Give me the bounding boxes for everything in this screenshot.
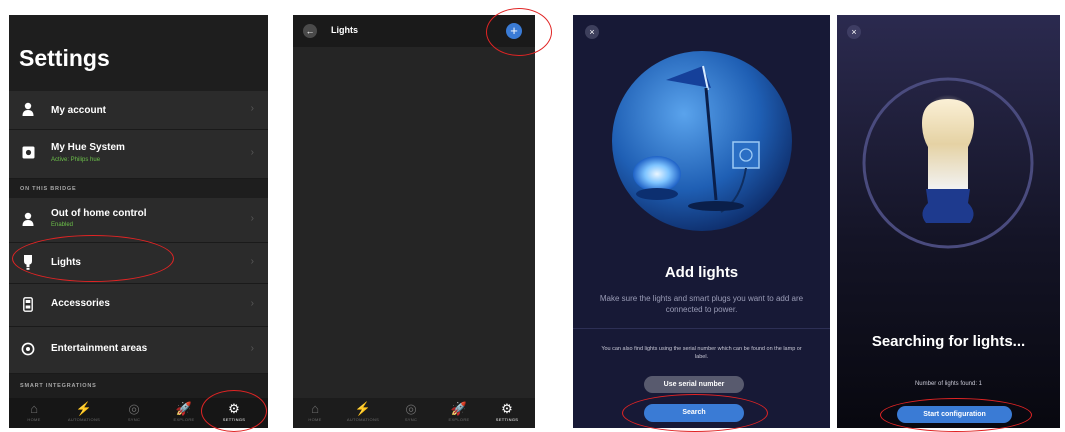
chevron-right-icon: › bbox=[250, 343, 254, 354]
back-button[interactable]: ← bbox=[303, 24, 317, 38]
nav-label: EXPLORE bbox=[448, 417, 470, 422]
settings-item-accessories[interactable]: Accessories › bbox=[9, 284, 268, 327]
chevron-right-icon: › bbox=[250, 213, 254, 224]
nav-label: SYNC bbox=[127, 417, 141, 422]
instruction-text: Make sure the lights and smart plugs you… bbox=[599, 294, 804, 314]
entertainment-icon bbox=[20, 342, 36, 359]
highlight-lights-item bbox=[12, 235, 174, 282]
bottom-nav: ⌂ HOME ⚡ AUTOMATIONS ◎ SYNC 🚀 EXPLORE ⚙ … bbox=[293, 398, 535, 428]
switch-icon bbox=[20, 297, 36, 315]
nav-sync[interactable]: ◎ SYNC bbox=[114, 401, 154, 422]
settings-item-label: Entertainment areas bbox=[51, 343, 148, 354]
home-icon: ⌂ bbox=[30, 401, 38, 416]
settings-item-out-of-home-control[interactable]: Out of home control Enabled › bbox=[9, 198, 268, 243]
settings-item-label: My account bbox=[51, 105, 107, 116]
searching-illustration bbox=[862, 77, 1034, 249]
searching-screen: × Searching for lights... Number of ligh… bbox=[837, 15, 1060, 428]
serial-hint-text: You can also find lights using the seria… bbox=[601, 346, 802, 360]
chevron-right-icon: › bbox=[250, 103, 254, 114]
chevron-right-icon: › bbox=[250, 256, 254, 267]
nav-label: SETTINGS bbox=[495, 417, 519, 422]
close-button[interactable]: × bbox=[585, 25, 599, 39]
divider bbox=[573, 328, 830, 329]
person-icon bbox=[20, 102, 36, 119]
page-title: Searching for lights... bbox=[871, 333, 1026, 350]
lamp-illustration bbox=[612, 51, 792, 231]
settings-icon: ⚙ bbox=[501, 401, 513, 416]
settings-item-label: Accessories bbox=[51, 298, 110, 309]
sync-icon: ◎ bbox=[128, 401, 140, 416]
settings-item-label: My Hue System bbox=[51, 142, 125, 153]
settings-item-status: Enabled bbox=[51, 222, 74, 228]
settings-item-my-hue-system[interactable]: My Hue System Active: Philips hue › bbox=[9, 130, 268, 179]
settings-item-status: Active: Philips hue bbox=[51, 157, 101, 163]
section-header-on-this-bridge: ON THIS BRIDGE bbox=[20, 186, 77, 192]
nav-label: AUTOMATIONS bbox=[346, 417, 380, 422]
nav-label: HOME bbox=[27, 417, 41, 422]
add-lights-screen: × Add lights Make sure the lights and sm… bbox=[573, 15, 830, 428]
bridge-icon bbox=[20, 146, 36, 162]
page-title: Lights bbox=[331, 25, 358, 35]
nav-home[interactable]: ⌂ HOME bbox=[14, 401, 54, 422]
nav-label: AUTOMATIONS bbox=[67, 417, 101, 422]
nav-sync[interactable]: ◎ SYNC bbox=[391, 401, 431, 422]
highlight-settings-tab bbox=[201, 390, 267, 432]
nav-label: EXPLORE bbox=[173, 417, 195, 422]
highlight-add-button bbox=[486, 8, 552, 56]
explore-icon: 🚀 bbox=[175, 401, 193, 416]
nav-home[interactable]: ⌂ HOME bbox=[295, 401, 335, 422]
lights-found-count: Number of lights found: 1 bbox=[914, 381, 983, 387]
nav-label: HOME bbox=[308, 417, 322, 422]
highlight-start-configuration-button bbox=[880, 398, 1032, 432]
highlight-search-button bbox=[622, 394, 768, 432]
nav-label: SYNC bbox=[404, 417, 418, 422]
lights-screen: ← Lights + ⌂ HOME ⚡ AUTOMATIONS ◎ SYNC 🚀… bbox=[293, 15, 535, 428]
close-button[interactable]: × bbox=[847, 25, 861, 39]
sync-icon: ◎ bbox=[405, 401, 417, 416]
explore-icon: 🚀 bbox=[450, 401, 468, 416]
settings-item-my-account[interactable]: My account › bbox=[9, 91, 268, 130]
settings-screen: Settings My account › My Hue System Acti… bbox=[9, 15, 268, 428]
nav-explore[interactable]: 🚀 EXPLORE bbox=[164, 401, 204, 422]
section-header-smart-integrations: SMART INTEGRATIONS bbox=[20, 383, 97, 389]
nav-settings[interactable]: ⚙ SETTINGS bbox=[487, 401, 527, 422]
chevron-right-icon: › bbox=[250, 147, 254, 158]
automations-icon: ⚡ bbox=[75, 401, 93, 416]
settings-item-label: Out of home control bbox=[51, 208, 147, 219]
page-title: Add lights bbox=[664, 264, 739, 281]
home-icon: ⌂ bbox=[311, 401, 319, 416]
chevron-right-icon: › bbox=[250, 298, 254, 309]
nav-explore[interactable]: 🚀 EXPLORE bbox=[439, 401, 479, 422]
use-serial-number-button[interactable]: Use serial number bbox=[644, 376, 744, 393]
person-icon bbox=[20, 212, 36, 229]
settings-item-entertainment-areas[interactable]: Entertainment areas › bbox=[9, 327, 268, 374]
page-title: Settings bbox=[19, 45, 110, 71]
nav-automations[interactable]: ⚡ AUTOMATIONS bbox=[64, 401, 104, 422]
nav-automations[interactable]: ⚡ AUTOMATIONS bbox=[343, 401, 383, 422]
automations-icon: ⚡ bbox=[354, 401, 372, 416]
